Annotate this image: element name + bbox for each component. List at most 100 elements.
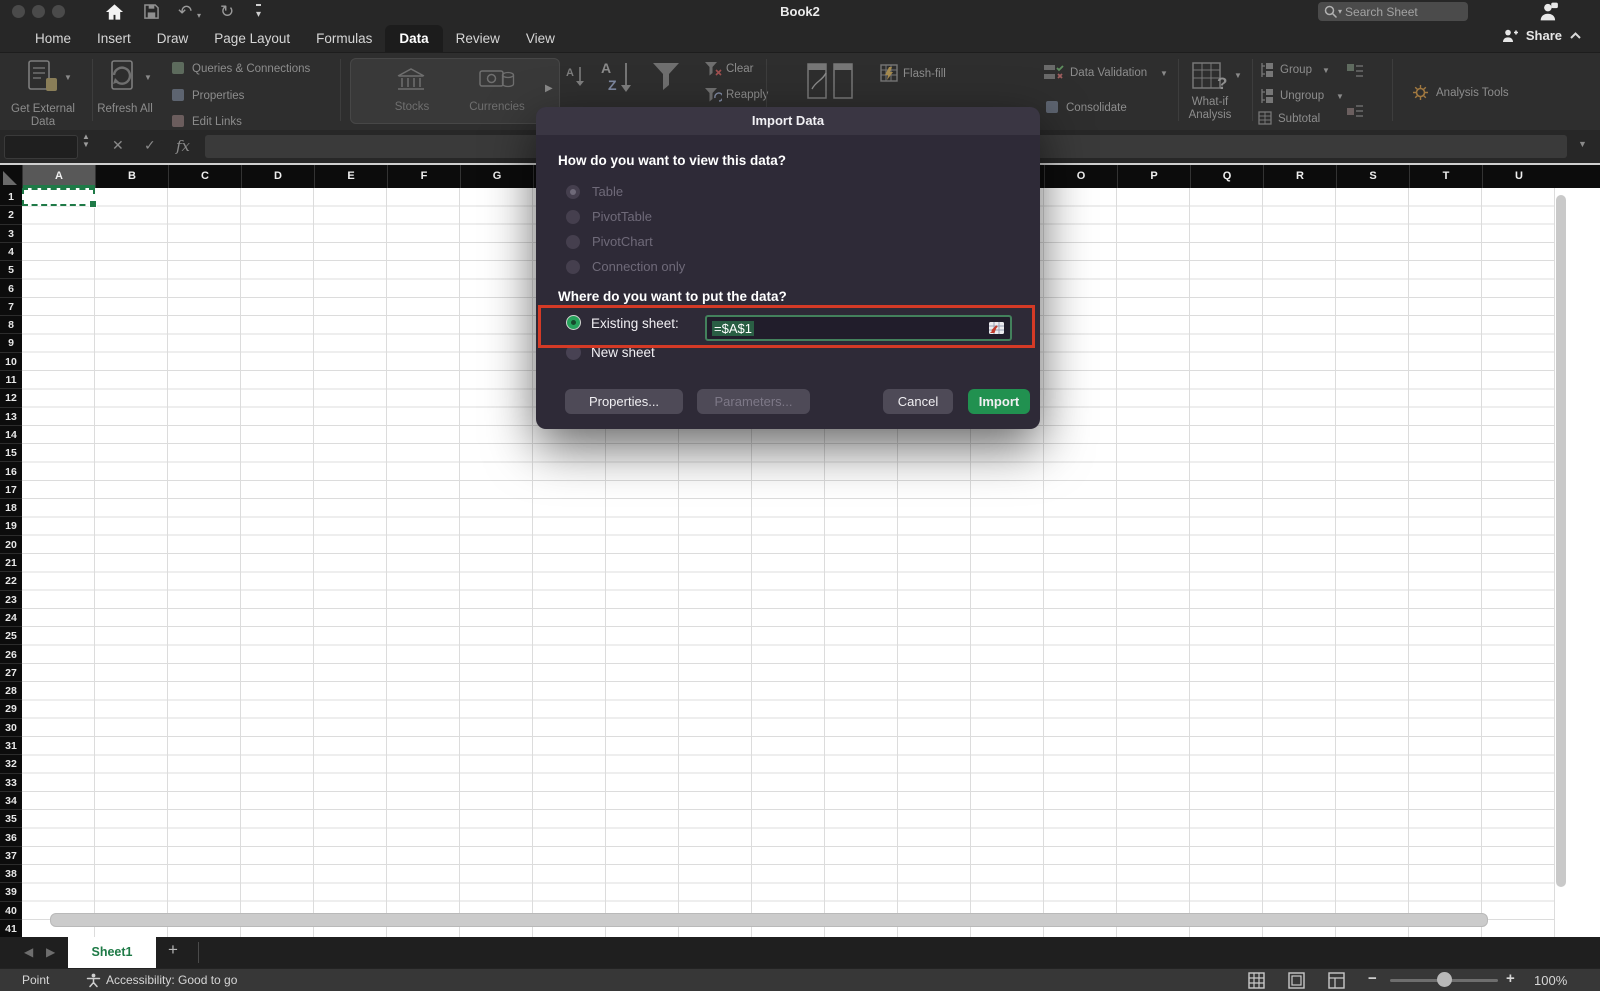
cancel-button[interactable]: Cancel: [883, 389, 953, 414]
properties-button[interactable]: Properties...: [565, 389, 683, 414]
normal-view-icon[interactable]: [1248, 972, 1265, 989]
stocks-label[interactable]: Stocks: [377, 101, 447, 113]
row-header-18[interactable]: 18: [0, 499, 22, 517]
range-picker-icon[interactable]: [988, 321, 1005, 335]
sort-icon[interactable]: A Z: [600, 59, 632, 93]
next-sheet-icon[interactable]: ▶: [46, 945, 55, 959]
data-validation-dropdown-icon[interactable]: ▼: [1160, 69, 1168, 78]
column-header-d[interactable]: D: [241, 165, 314, 188]
column-header-f[interactable]: F: [387, 165, 460, 188]
column-header-c[interactable]: C: [168, 165, 241, 188]
accessibility-icon[interactable]: [86, 973, 101, 988]
horizontal-scrollbar[interactable]: [50, 913, 1488, 927]
select-all-corner[interactable]: [0, 165, 22, 188]
tab-view[interactable]: View: [513, 26, 568, 51]
row-header-7[interactable]: 7: [0, 298, 22, 316]
reapply-filter-icon[interactable]: [704, 87, 722, 103]
group-dropdown-icon[interactable]: ▼: [1322, 66, 1330, 75]
name-box[interactable]: [4, 135, 78, 159]
collapse-ribbon-icon[interactable]: [1569, 31, 1582, 40]
row-header-19[interactable]: 19: [0, 517, 22, 535]
consolidate-label[interactable]: Consolidate: [1066, 102, 1127, 114]
tab-insert[interactable]: Insert: [84, 26, 144, 51]
row-header-3[interactable]: 3: [0, 225, 22, 243]
row-header-40[interactable]: 40: [0, 902, 22, 920]
row-header-21[interactable]: 21: [0, 554, 22, 572]
row-header-26[interactable]: 26: [0, 646, 22, 664]
filter-icon[interactable]: [652, 61, 680, 93]
reapply-filter-label[interactable]: Reapply: [726, 89, 768, 101]
data-validation-label[interactable]: Data Validation: [1070, 67, 1147, 79]
flash-fill-icon[interactable]: [880, 64, 898, 82]
row-header-38[interactable]: 38: [0, 865, 22, 883]
row-header-32[interactable]: 32: [0, 755, 22, 773]
ungroup-dropdown-icon[interactable]: ▼: [1336, 92, 1344, 101]
row-header-27[interactable]: 27: [0, 664, 22, 682]
row-header-9[interactable]: 9: [0, 334, 22, 352]
ungroup-label[interactable]: Ungroup: [1280, 90, 1324, 102]
clear-filter-label[interactable]: Clear: [726, 63, 753, 75]
range-input[interactable]: =$A$1: [705, 315, 1012, 341]
tab-data[interactable]: Data: [385, 25, 442, 52]
zoom-slider-knob[interactable]: [1437, 972, 1452, 987]
dialog-title-bar[interactable]: Import Data: [536, 107, 1040, 135]
get-external-data-dropdown-icon[interactable]: ▼: [64, 73, 72, 82]
row-header-4[interactable]: 4: [0, 243, 22, 261]
currencies-label[interactable]: Currencies: [459, 101, 535, 113]
what-if-analysis-label[interactable]: What-if Analysis: [1180, 96, 1240, 121]
row-header-35[interactable]: 35: [0, 810, 22, 828]
row-header-17[interactable]: 17: [0, 481, 22, 499]
enter-entry-icon[interactable]: ✓: [144, 137, 156, 154]
sort-ascending-icon[interactable]: A: [566, 65, 584, 87]
row-header-1[interactable]: 1: [0, 188, 22, 206]
column-header-q[interactable]: Q: [1190, 165, 1263, 188]
get-external-data-icon[interactable]: [26, 60, 60, 96]
row-header-2[interactable]: 2: [0, 206, 22, 224]
analysis-tools-label[interactable]: Analysis Tools: [1436, 87, 1509, 99]
row-header-28[interactable]: 28: [0, 682, 22, 700]
row-header-20[interactable]: 20: [0, 536, 22, 554]
ungroup-icon[interactable]: [1260, 88, 1274, 104]
row-header-13[interactable]: 13: [0, 408, 22, 426]
column-header-s[interactable]: S: [1336, 165, 1409, 188]
accessibility-status[interactable]: Accessibility: Good to go: [106, 973, 237, 987]
account-icon[interactable]: [1539, 1, 1559, 22]
column-header-p[interactable]: P: [1117, 165, 1190, 188]
row-header-30[interactable]: 30: [0, 719, 22, 737]
refresh-all-icon[interactable]: [106, 60, 140, 96]
currencies-icon[interactable]: [479, 67, 515, 93]
zoom-in-icon[interactable]: +: [1506, 970, 1515, 987]
row-header-25[interactable]: 25: [0, 627, 22, 645]
show-detail-icon[interactable]: [1346, 63, 1364, 79]
column-header-b[interactable]: B: [95, 165, 168, 188]
what-if-dropdown-icon[interactable]: ▼: [1234, 71, 1242, 80]
column-header-e[interactable]: E: [314, 165, 387, 188]
zoom-out-icon[interactable]: −: [1368, 970, 1377, 987]
clear-filter-icon[interactable]: [704, 61, 722, 77]
insert-function-icon[interactable]: fx: [176, 137, 190, 155]
column-header-a[interactable]: A: [22, 165, 95, 188]
refresh-all-dropdown-icon[interactable]: ▼: [144, 73, 152, 82]
get-external-data-label[interactable]: Get External Data: [2, 103, 84, 128]
page-layout-view-icon[interactable]: [1288, 972, 1305, 989]
row-header-16[interactable]: 16: [0, 463, 22, 481]
row-header-15[interactable]: 15: [0, 444, 22, 462]
row-header-33[interactable]: 33: [0, 774, 22, 792]
row-header-10[interactable]: 10: [0, 353, 22, 371]
subtotal-icon[interactable]: [1258, 111, 1272, 125]
subtotal-label[interactable]: Subtotal: [1278, 113, 1320, 125]
formula-bar-expand-icon[interactable]: ▼: [1578, 139, 1587, 149]
fill-handle[interactable]: [89, 200, 97, 208]
import-button[interactable]: Import: [968, 389, 1030, 414]
text-to-columns-icon[interactable]: [806, 61, 854, 103]
tab-draw[interactable]: Draw: [144, 26, 202, 51]
row-header-6[interactable]: 6: [0, 280, 22, 298]
row-header-14[interactable]: 14: [0, 426, 22, 444]
vertical-scrollbar[interactable]: [1556, 195, 1566, 887]
analysis-tools-icon[interactable]: [1412, 84, 1429, 101]
new-sheet-radio[interactable]: [566, 345, 581, 360]
row-header-31[interactable]: 31: [0, 737, 22, 755]
search-box[interactable]: ▾ Search Sheet: [1318, 2, 1468, 21]
page-break-view-icon[interactable]: [1328, 972, 1345, 989]
flash-fill-label[interactable]: Flash-fill: [903, 68, 946, 80]
